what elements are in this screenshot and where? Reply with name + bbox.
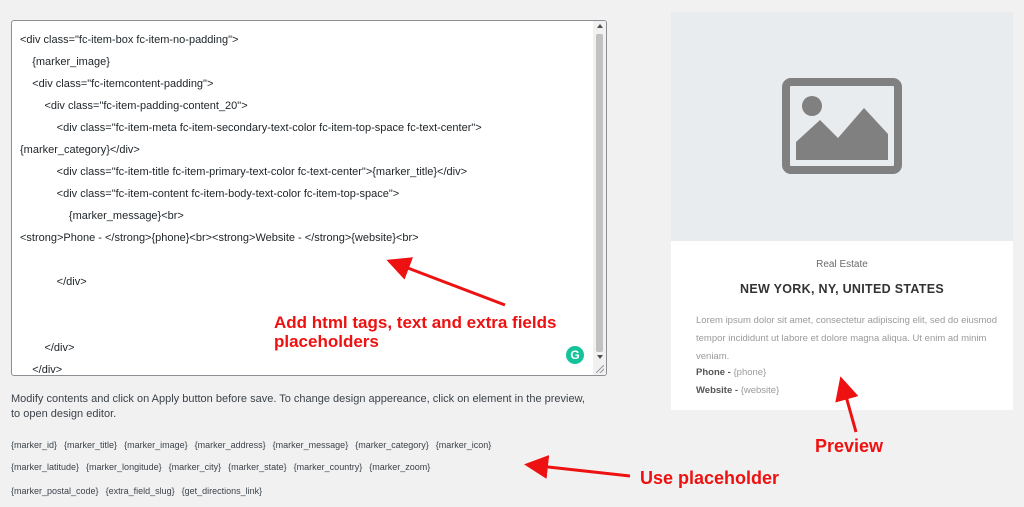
arrow-to-placeholders	[524, 455, 631, 479]
annotation-use-placeholder: Use placeholder	[640, 468, 780, 488]
annotation-preview: Preview	[815, 436, 884, 456]
arrow-to-preview	[835, 376, 859, 433]
annotation-add-html: Add html tags, text and extra fields pla…	[274, 313, 557, 351]
arrow-to-editor	[386, 257, 506, 307]
annotation-arrows	[386, 257, 859, 479]
